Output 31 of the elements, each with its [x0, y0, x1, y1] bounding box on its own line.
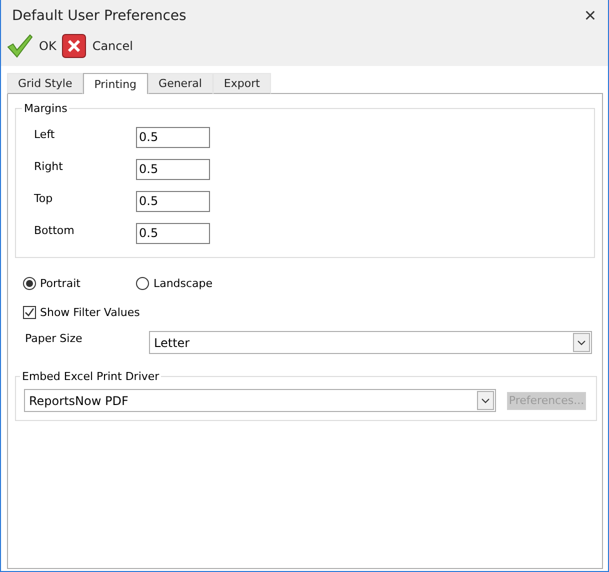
tab[interactable]: Export — [212, 73, 271, 94]
checkbox[interactable] — [23, 306, 36, 319]
checkbox-label: Show Filter Values — [40, 306, 140, 319]
field-label: Right — [33, 160, 64, 172]
tab[interactable]: Printing — [83, 73, 148, 94]
chevron-down-icon — [481, 398, 490, 404]
input-field[interactable]: 0.5 — [136, 190, 210, 212]
radio-label: Portrait — [40, 277, 80, 290]
dropdown[interactable]: Letter — [149, 331, 592, 354]
radio-label: Landscape — [153, 277, 213, 290]
window-title: Default User Preferences — [12, 8, 186, 24]
group-title: Margins — [23, 102, 68, 115]
field-label: Top — [33, 192, 54, 204]
field-label: Bottom — [33, 224, 76, 236]
checkmark-icon — [7, 34, 33, 58]
chevron-down-icon — [577, 340, 586, 346]
radio-button[interactable] — [136, 277, 150, 290]
close-button[interactable]: × — [584, 6, 596, 26]
input-field[interactable]: 0.5 — [136, 222, 210, 244]
dropdown[interactable]: ReportsNow PDF — [24, 389, 496, 412]
cancel-button[interactable]: Cancel — [62, 34, 133, 58]
field-label: Paper Size — [25, 332, 84, 345]
input-field[interactable]: 0.5 — [136, 158, 210, 180]
input-field[interactable]: 0.5 — [136, 126, 210, 148]
field-label: Left — [33, 128, 56, 140]
group-title: Embed Excel Print Driver — [21, 370, 160, 383]
radio-button[interactable] — [23, 277, 36, 290]
close-icon — [62, 34, 86, 58]
tab[interactable]: Grid Style — [7, 73, 84, 94]
ok-button[interactable]: OK — [7, 34, 56, 58]
tab[interactable]: General — [148, 73, 213, 94]
